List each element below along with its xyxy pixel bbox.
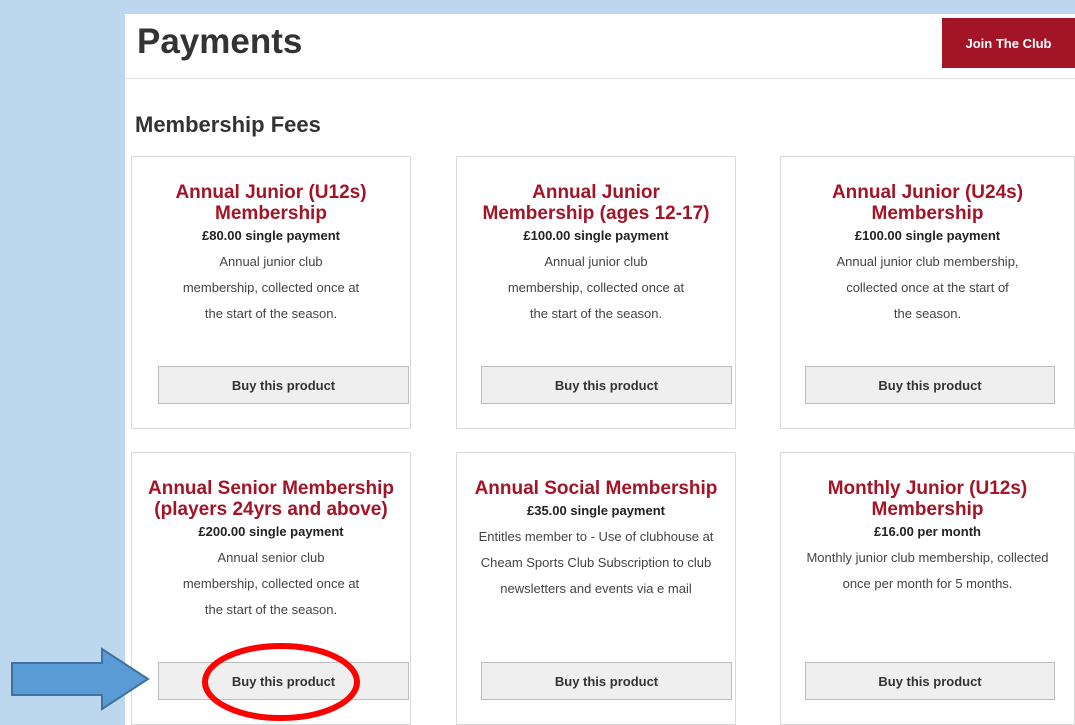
- buy-product-button[interactable]: Buy this product: [805, 662, 1055, 700]
- product-card: Annual Junior (U12s) Membership £80.00 s…: [131, 156, 411, 429]
- product-card: Annual Social Membership £35.00 single p…: [456, 452, 736, 725]
- product-card-content: Annual Social Membership £35.00 single p…: [457, 478, 735, 602]
- product-description: Monthly junior club membership, collecte…: [806, 550, 1049, 591]
- buy-product-button[interactable]: Buy this product: [805, 366, 1055, 404]
- join-the-club-button[interactable]: Join The Club: [942, 18, 1075, 68]
- product-price: £100.00 single payment: [854, 228, 1001, 243]
- right-arrow-icon: [11, 647, 150, 711]
- product-card-content: Annual Senior Membership (players 24yrs …: [132, 478, 410, 623]
- product-card-content: Annual Junior Membership (ages 12-17) £1…: [457, 182, 735, 327]
- product-price: £35.00 single payment: [526, 503, 665, 518]
- payments-page: Payments Join The Club Membership Fees A…: [125, 14, 1075, 725]
- product-price: £80.00 single payment: [201, 228, 340, 243]
- product-description: Annual junior club membership, collected…: [507, 254, 685, 321]
- product-title: Annual Social Membership: [474, 478, 718, 499]
- product-title: Monthly Junior (U12s) Membership: [827, 478, 1028, 520]
- product-card-content: Annual Junior (U24s) Membership £100.00 …: [781, 182, 1074, 327]
- product-title: Annual Junior (U24s) Membership: [831, 182, 1024, 224]
- product-title: Annual Junior Membership (ages 12-17): [482, 182, 710, 224]
- product-card: Monthly Junior (U12s) Membership £16.00 …: [780, 452, 1075, 725]
- product-price: £16.00 per month: [874, 524, 981, 539]
- product-card-content: Monthly Junior (U12s) Membership £16.00 …: [781, 478, 1074, 597]
- product-card: Annual Junior (U24s) Membership £100.00 …: [780, 156, 1075, 429]
- product-description: Entitles member to - Use of clubhouse at…: [478, 529, 714, 596]
- highlight-circle-icon: [202, 643, 360, 721]
- buy-product-button[interactable]: Buy this product: [481, 662, 732, 700]
- buy-product-button[interactable]: Buy this product: [481, 366, 732, 404]
- product-card-content: Annual Junior (U12s) Membership £80.00 s…: [132, 182, 410, 327]
- product-title: Annual Junior (U12s) Membership: [175, 182, 367, 224]
- page-title: Payments: [137, 22, 303, 61]
- product-card: Annual Junior Membership (ages 12-17) £1…: [456, 156, 736, 429]
- product-description: Annual senior club membership, collected…: [182, 550, 360, 617]
- product-description: Annual junior club membership, collected…: [182, 254, 360, 321]
- product-price: £100.00 single payment: [523, 228, 669, 243]
- buy-product-button[interactable]: Buy this product: [158, 366, 409, 404]
- section-heading: Membership Fees: [135, 112, 321, 137]
- product-title: Annual Senior Membership (players 24yrs …: [148, 478, 394, 520]
- product-price: £200.00 single payment: [198, 524, 344, 539]
- title-divider: [125, 78, 1075, 79]
- product-description: Annual junior club membership, collected…: [836, 254, 1019, 321]
